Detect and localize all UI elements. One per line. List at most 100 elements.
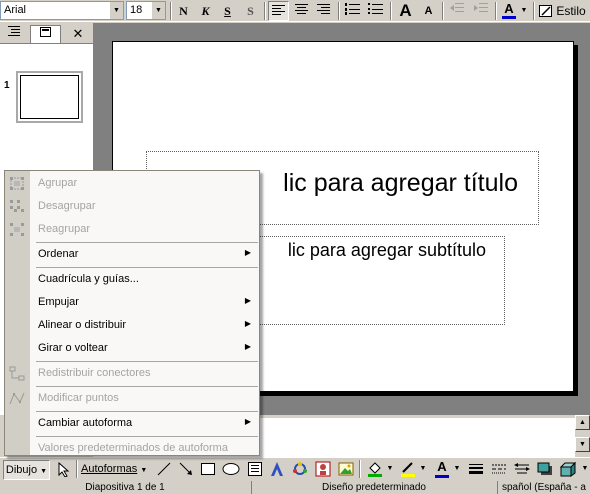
menu-item-label: Cuadrícula y guías... [38,273,139,285]
dash-style-button[interactable] [489,460,509,480]
chevron-down-icon[interactable]: ▼ [109,2,123,19]
reroute-connectors-icon [9,366,25,381]
regroup-icon [9,222,25,237]
italic-button[interactable]: K [195,1,216,21]
shrink-font-button[interactable]: A [418,1,439,21]
arrow-style-button[interactable] [512,460,532,480]
menu-item-cuadricula-y-guias[interactable]: Cuadrícula y guías... [5,268,259,291]
menu-item-reagrupar[interactable]: Reagrupar [5,218,259,241]
align-left-button[interactable] [268,1,289,21]
vertical-scrollbar[interactable]: ▲ ▼ [575,415,590,457]
autoshapes-button[interactable]: Autoformas ▼ [81,460,149,480]
autoshapes-label: Autoformas [81,463,138,475]
oval-button[interactable] [220,460,242,480]
menu-item-label: Desagrupar [38,200,96,212]
menu-item-desagrupar[interactable]: Desagrupar [5,195,259,218]
line-color-button[interactable] [398,460,418,480]
align-center-button[interactable] [291,1,312,21]
chevron-down-icon[interactable]: ▼ [452,460,462,480]
menu-item-label: Modificar puntos [38,392,119,404]
menu-item-redistribuir-conectores[interactable]: Redistribuir conectores [5,362,259,385]
chevron-down-icon[interactable]: ▼ [151,2,165,19]
dash-style-icon [492,464,506,474]
toolbar-separator [442,2,444,20]
submenu-arrow-icon: ▶ [244,319,251,328]
scroll-down-icon[interactable]: ▼ [575,437,590,452]
shadow-button[interactable]: S [240,1,261,21]
scroll-up-icon[interactable]: ▲ [575,415,590,430]
align-left-icon [272,5,285,15]
numbering-button[interactable] [342,1,363,21]
line-style-button[interactable] [466,460,486,480]
font-color-icon: A [504,1,514,16]
status-slide-info: Diapositiva 1 de 1 [85,482,165,493]
rectangle-button[interactable] [198,460,218,480]
arrow-button[interactable] [176,460,196,480]
menu-item-girar-o-voltear[interactable]: Girar o voltear ▶ [5,337,259,360]
status-bar: Diapositiva 1 de 1 Diseño predeterminado… [0,481,590,494]
menu-item-valores-predeterminados-de-autoforma[interactable]: Valores predeterminados de autoforma [5,437,259,460]
close-pane-button[interactable]: ✕ [70,25,86,43]
insert-picture-button[interactable] [336,460,356,480]
submenu-arrow-icon: ▶ [244,417,251,426]
font-size-value: 18 [130,4,143,16]
3d-style-icon [559,461,577,477]
chevron-down-icon[interactable]: ▼ [519,1,529,21]
outline-icon [8,26,20,36]
decrease-indent-button[interactable] [446,1,467,21]
menu-item-label: Ordenar [38,248,79,260]
clip-art-icon [315,461,331,477]
grow-font-label: A [399,1,412,20]
select-objects-button[interactable] [54,460,73,480]
tab-outline[interactable] [1,25,27,43]
design-label: Estilo [556,4,586,18]
menu-item-ordenar[interactable]: Ordenar ▶ [5,243,259,266]
pen-icon [401,462,415,477]
menu-item-cambiar-autoforma[interactable]: Cambiar autoforma ▶ [5,412,259,435]
wordart-button[interactable] [267,460,287,480]
shadow-style-button[interactable] [535,460,555,480]
slide-number: 1 [4,80,10,91]
menu-item-alinear-o-distribuir[interactable]: Alinear o distribuir ▶ [5,314,259,337]
align-right-button[interactable] [313,1,334,21]
font-name-combo[interactable]: Arial ▼ [0,1,124,20]
menu-item-empujar[interactable]: Empujar ▶ [5,291,259,314]
draw-menu-label: Dibujo [5,464,38,476]
submenu-arrow-icon: ▶ [244,296,251,305]
3d-style-button[interactable] [558,460,578,480]
formatting-toolbar: Arial ▼ 18 ▼ N K S S A A A ▼ Estilo [0,0,590,22]
toolbar-separator [390,2,392,20]
design-button[interactable]: Estilo [539,1,590,21]
select-pointer-icon [58,461,69,478]
status-language: spañol (España - a [497,481,590,494]
font-color-button[interactable]: A [499,1,519,21]
clip-art-button[interactable] [313,460,333,480]
font-size-combo[interactable]: 18 ▼ [126,1,166,20]
underline-button[interactable]: S [217,1,238,21]
chevron-down-icon[interactable]: ▼ [385,460,395,480]
text-box-icon [248,462,262,476]
bullets-button[interactable] [365,1,386,21]
increase-indent-button[interactable] [470,1,491,21]
align-center-icon [295,4,308,14]
diagram-button[interactable] [290,460,310,480]
ungroup-icon [9,199,25,214]
menu-item-modificar-puntos[interactable]: Modificar puntos [5,387,259,410]
menu-item-label: Cambiar autoforma [38,417,133,429]
toolbar-separator [170,2,172,20]
grow-font-button[interactable]: A [395,1,416,21]
bold-button[interactable]: N [173,1,194,21]
chevron-down-icon[interactable]: ▼ [580,460,590,480]
drawing-toolbar: Dibujo ▼ Autoformas ▼ ▼ ▼ A ▼ ▼ [0,457,590,481]
font-color-drawing-button[interactable]: A [432,459,452,480]
menu-item-label: Agrupar [38,177,78,189]
line-button[interactable] [154,460,174,480]
text-box-button[interactable] [245,460,265,480]
draw-menu-button[interactable]: Dibujo ▼ [3,460,50,480]
chevron-down-icon[interactable]: ▼ [418,460,428,480]
pane-tabs: ✕ [0,23,93,43]
menu-item-agrupar[interactable]: Agrupar [5,172,259,195]
fill-color-button[interactable] [365,460,385,480]
slide-thumbnail[interactable] [16,71,83,123]
tab-slides[interactable] [30,25,61,43]
